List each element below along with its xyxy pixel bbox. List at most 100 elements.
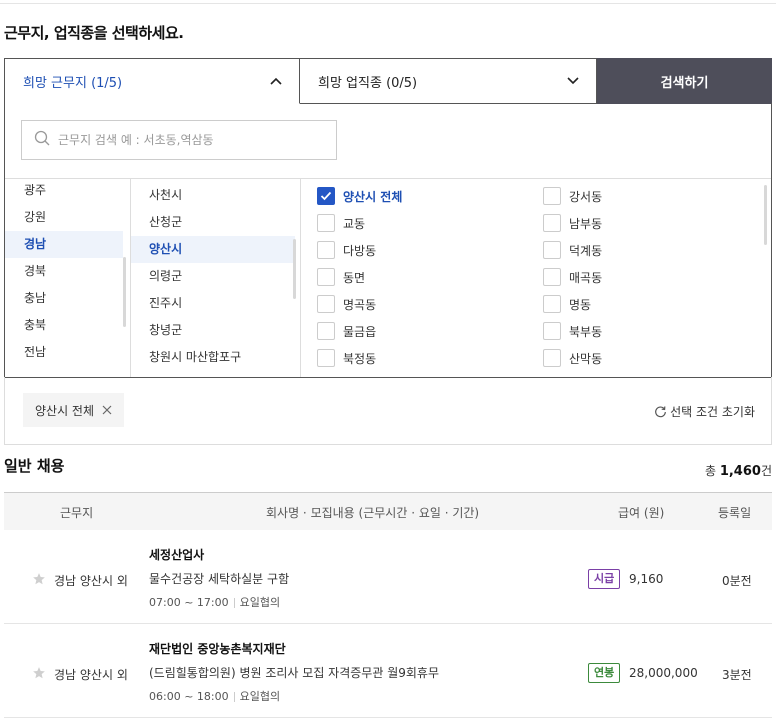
checkbox-empty-icon (317, 214, 335, 232)
region-scrollbar[interactable] (123, 257, 126, 327)
district-item[interactable]: 양산시 (131, 236, 295, 263)
pay-type-badge: 연봉 (588, 663, 621, 683)
dong-checkbox-label: 교동 (343, 216, 366, 231)
jobs-total-prefix: 총 (704, 464, 720, 478)
column-header-wage: 급여 (원) (618, 506, 665, 520)
dong-checkbox[interactable]: 다방동 (317, 241, 543, 259)
tab-job-type[interactable]: 희망 업직종 (0/5) (300, 58, 597, 104)
location-search-box[interactable] (21, 120, 337, 160)
job-title[interactable]: (드림힐통합의원) 병원 조리사 모집 자격증무관 월9회휴무 (149, 664, 439, 681)
search-icon (34, 130, 50, 150)
dong-checklist: 양산시 전체 강서동교동 남부동다방동 덕계동동면 매곡동명곡동 명동물금읍 북부동북정동 산… (301, 179, 771, 377)
dong-checkbox[interactable]: 양산시 전체 (317, 187, 543, 205)
region-item[interactable]: 강원 (5, 204, 123, 231)
jobs-total-count: 1,460 (719, 464, 761, 479)
dong-checkbox[interactable]: 물금읍 (317, 322, 543, 340)
reset-filters-button[interactable]: 선택 조건 초기화 (654, 403, 755, 420)
job-posted-date: 0분전 (722, 574, 752, 588)
tab-location-label: 희망 근무지 (1/5) (23, 75, 123, 91)
dong-checkbox-label: 덕계동 (569, 243, 603, 258)
dong-checkbox-label: 남부동 (569, 216, 603, 231)
job-wage: 9,160 (629, 572, 664, 586)
dong-checkbox-label: 매곡동 (569, 270, 603, 285)
refresh-icon (655, 406, 666, 418)
dong-checkbox-label: 북부동 (569, 324, 603, 339)
job-title[interactable]: 물수건공장 세탁하실분 구함 (149, 570, 289, 587)
dong-checkbox[interactable]: 덕계동 (543, 241, 743, 259)
location-search-input[interactable] (58, 133, 328, 147)
district-item[interactable]: 산청군 (131, 209, 295, 236)
chevron-up-icon (269, 74, 283, 88)
dong-checkbox[interactable]: 북부동 (543, 322, 743, 340)
job-posted-date: 3분전 (722, 668, 752, 682)
job-location: 경남 양산시 외 (54, 668, 128, 682)
dong-checkbox-label: 양산시 전체 (343, 189, 403, 204)
dong-checkbox-label: 다방동 (343, 243, 377, 258)
district-item[interactable]: 진주시 (131, 290, 295, 317)
region-item[interactable]: 광주 (5, 179, 123, 204)
checkbox-empty-icon (317, 295, 335, 313)
dong-checkbox[interactable]: 북정동 (317, 349, 543, 367)
checkbox-empty-icon (543, 268, 561, 286)
district-item[interactable]: 사천시 (131, 182, 295, 209)
dong-checkbox[interactable]: 강서동 (543, 187, 743, 205)
job-location: 경남 양산시 외 (54, 574, 128, 588)
reset-filters-label: 선택 조건 초기화 (670, 405, 755, 419)
column-header-date: 등록일 (718, 506, 752, 520)
checkbox-empty-icon (543, 241, 561, 259)
checkbox-empty-icon (317, 322, 335, 340)
job-wage: 28,000,000 (629, 666, 698, 680)
region-item[interactable]: 충북 (5, 312, 123, 339)
tab-job-type-label: 희망 업직종 (0/5) (318, 75, 418, 91)
region-item[interactable]: 전남 (5, 339, 123, 366)
region-item[interactable]: 경남 (5, 231, 123, 258)
checkbox-empty-icon (543, 322, 561, 340)
jobs-total: 총 1,460건 (705, 462, 772, 479)
dong-checkbox[interactable]: 동면 (317, 268, 543, 286)
district-item[interactable]: 창원시 마산합포구 (131, 344, 295, 371)
district-item[interactable]: 창녕군 (131, 317, 295, 344)
selected-chip-label: 양산시 전체 (35, 403, 95, 418)
filter-tab-bar: 희망 근무지 (1/5) 희망 업직종 (0/5) 검색하기 (4, 58, 772, 104)
dong-checkbox-label: 산막동 (569, 351, 603, 366)
dong-checkbox-label: 북정동 (343, 351, 377, 366)
checkbox-checked-icon (317, 187, 335, 205)
close-icon[interactable] (102, 405, 112, 415)
district-item[interactable]: 의령군 (131, 263, 295, 290)
chevron-down-icon (566, 74, 580, 88)
star-icon[interactable] (32, 572, 46, 586)
job-company[interactable]: 재단법인 중앙농촌복지재단 (149, 640, 286, 657)
district-list: 사천시 산청군 양산시 의령군 진주시 창녕군 창원시 마산합포구 (131, 179, 301, 377)
region-item[interactable]: 경북 (5, 258, 123, 285)
job-schedule: 07:00 ~ 17:00 요일협의 (149, 594, 280, 610)
dong-checkbox[interactable]: 명동 (543, 295, 743, 313)
district-scrollbar[interactable] (293, 239, 296, 299)
dong-checkbox[interactable]: 산막동 (543, 349, 743, 367)
dong-checkbox-label: 명동 (569, 297, 592, 312)
dong-checkbox-label: 물금읍 (343, 324, 377, 339)
selected-filters: 양산시 전체 선택 조건 초기화 (4, 377, 772, 445)
top-divider (0, 3, 776, 4)
dong-checkbox[interactable]: 교동 (317, 214, 543, 232)
job-hours: 06:00 ~ 18:00 (149, 690, 229, 703)
job-row[interactable]: 경남 양산시 외 재단법인 중앙농촌복지재단 (드림힐통합의원) 병원 조리사 모집… (4, 624, 772, 718)
checkbox-empty-icon (317, 241, 335, 259)
checkbox-empty-icon (317, 268, 335, 286)
region-list: 광주 강원 경남 경북 충남 충북 전남 (5, 179, 131, 377)
checkbox-empty-icon (543, 187, 561, 205)
jobs-total-suffix: 건 (760, 464, 772, 478)
job-company[interactable]: 세정산업사 (149, 546, 204, 563)
job-schedule: 06:00 ~ 18:00 요일협의 (149, 688, 280, 704)
star-icon[interactable] (32, 666, 46, 680)
search-button[interactable]: 검색하기 (597, 58, 772, 104)
dong-checkbox[interactable]: 명곡동 (317, 295, 543, 313)
region-item[interactable]: 충남 (5, 285, 123, 312)
job-row[interactable]: 경남 양산시 외 세정산업사물수건공장 세탁하실분 구함 07:00 ~ 17:00… (4, 530, 772, 624)
dong-checkbox[interactable]: 매곡동 (543, 268, 743, 286)
tab-location[interactable]: 희망 근무지 (1/5) (4, 58, 300, 104)
dong-scrollbar[interactable] (764, 185, 767, 245)
dong-checkbox[interactable]: 남부동 (543, 214, 743, 232)
dong-checkbox-label: 명곡동 (343, 297, 377, 312)
selected-chip[interactable]: 양산시 전체 (23, 393, 125, 427)
job-days: 요일협의 (239, 690, 281, 703)
